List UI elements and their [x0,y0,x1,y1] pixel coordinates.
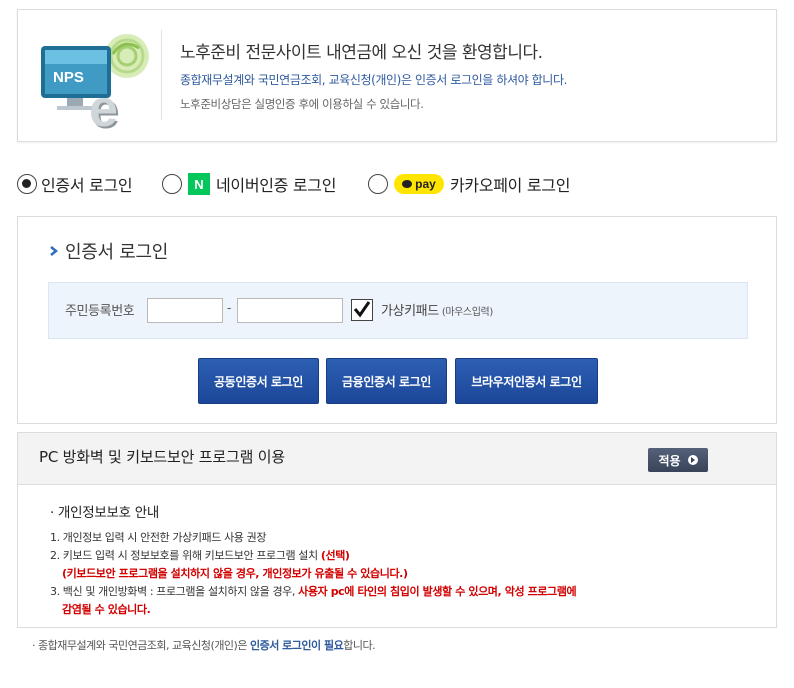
radio-kakao-login[interactable] [368,174,388,194]
method-cert-login[interactable]: 인증서 로그인 [17,170,133,198]
notice-item-2: 2. 키보드 입력 시 정보보호를 위해 키보드보안 프로그램 설치 (선택) [50,549,350,562]
svg-text:NPS: NPS [53,69,84,86]
notice-item-2-warning: (키보드보안 프로그램을 설치하지 않을 경우, 개인정보가 유출될 수 있습니… [62,567,408,580]
login-method-group: 인증서 로그인 N 네이버인증 로그인 pay 카카오페이 로그인 [17,170,777,198]
pc-security-title: PC 방화벽 및 키보드보안 프로그램 이용 [39,448,285,466]
banner-subnotice: 노후준비상담은 실명인증 후에 이용하실 수 있습니다. [180,97,424,111]
radio-cert-login[interactable] [17,174,37,194]
browser-cert-login-button[interactable]: 브라우저인증서 로그인 [455,358,598,404]
method-kakao-login[interactable]: pay 카카오페이 로그인 [368,170,570,198]
apply-button[interactable]: 적용 [648,448,708,472]
cert-login-buttons: 공동인증서 로그인 금융인증서 로그인 브라우저인증서 로그인 [18,358,776,406]
naver-icon: N [188,173,210,195]
financial-cert-login-button[interactable]: 금융인증서 로그인 [326,358,447,404]
notice-item-3-warning: 감염될 수 있습니다. [62,603,151,616]
pc-security-header: PC 방화벽 및 키보드보안 프로그램 이용 적용 [18,433,776,485]
footer-note: · 종합재무설계와 국민연금조회, 교육신청(개인)은 인증서 로그인이 필요합… [32,639,376,652]
method-naver-login[interactable]: N 네이버인증 로그인 [162,170,336,198]
resident-number-back-input[interactable] [237,298,343,323]
chevron-right-icon [50,246,59,256]
method-naver-label: 네이버인증 로그인 [216,176,337,195]
nps-e-logo: NPS e e [41,34,149,134]
radio-naver-login[interactable] [162,174,182,194]
privacy-notice-title: · 개인정보보호 안내 [50,505,159,521]
cert-login-title: 인증서 로그인 [65,242,168,263]
kakaopay-icon: pay [394,174,444,194]
banner-title: 노후준비 전문사이트 내연금에 오신 것을 환영합니다. [180,43,543,63]
svg-text:e: e [89,80,118,134]
joint-cert-login-button[interactable]: 공동인증서 로그인 [198,358,319,404]
method-cert-label: 인증서 로그인 [41,176,133,195]
method-kakao-label: 카카오페이 로그인 [450,176,571,195]
resident-number-dash: - [227,301,232,315]
notice-item-1: 1. 개인정보 입력 시 안전한 가상키패드 사용 권장 [50,531,267,544]
banner-notice: 종합재무설계와 국민연금조회, 교육신청(개인)은 인증서 로그인을 하셔야 합… [180,73,568,87]
welcome-banner: NPS e e 노후준비 전문사이트 내연금에 오신 것을 환영합니다. 종합재… [17,9,777,142]
privacy-notice-list: 1. 개인정보 입력 시 안전한 가상키패드 사용 권장 2. 키보드 입력 시… [50,529,770,619]
cert-login-heading: 인증서 로그인 [48,238,168,264]
resident-number-label: 주민등록번호 [65,304,135,319]
footer-highlight: 인증서 로그인이 필요 [249,639,344,652]
check-icon [353,301,371,318]
virtual-keypad-checkbox[interactable] [351,299,373,321]
virtual-keypad-label: 가상키패드 (마우스입력) [381,304,493,319]
cert-login-panel: 인증서 로그인 주민등록번호 - 가상키패드 (마우스입력) 공동인증서 로그인 … [17,216,777,424]
pc-security-panel: PC 방화벽 및 키보드보안 프로그램 이용 적용 · 개인정보보호 안내 1.… [17,432,777,628]
notice-item-3: 3. 백신 및 개인방화벽 : 프로그램을 설치하지 않을 경우, 사용자 pc… [50,585,577,598]
banner-divider [161,30,162,120]
resident-number-front-input[interactable] [147,298,223,323]
arrow-right-icon [687,455,698,465]
resident-number-row: 주민등록번호 - 가상키패드 (마우스입력) [48,282,748,339]
